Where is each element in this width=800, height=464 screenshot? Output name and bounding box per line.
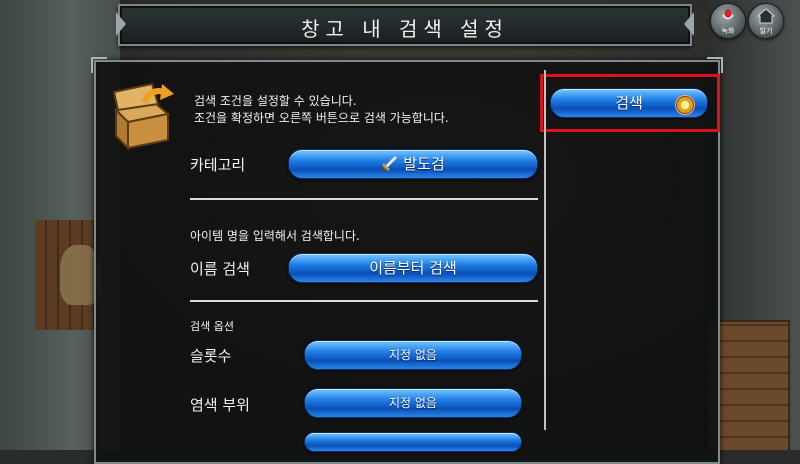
search-options-heading: 검색 옵션: [190, 320, 234, 333]
page-title: 창고 내 검색 설정: [301, 17, 509, 41]
next-option-button-partial[interactable]: [304, 432, 522, 452]
search-button[interactable]: 검색: [550, 88, 708, 118]
name-search-button-label: 이름부터 검색: [369, 259, 457, 277]
dye-part-label: 염색 부위: [190, 396, 250, 414]
dye-part-select-button[interactable]: 지정 없음: [304, 388, 522, 418]
record-button-label: 녹화: [721, 27, 735, 35]
sword-icon: [381, 155, 398, 172]
coin-icon: [675, 95, 695, 115]
slot-count-select-button[interactable]: 지정 없음: [304, 340, 522, 370]
name-search-button[interactable]: 이름부터 검색: [288, 253, 538, 283]
category-value: 발도검: [403, 155, 445, 173]
name-search-hint: 아이템 명을 입력해서 검색합니다.: [190, 229, 360, 243]
record-button[interactable]: 녹화: [710, 3, 746, 39]
panel-corner-ornament: [707, 57, 723, 73]
slot-count-value: 지정 없음: [389, 348, 437, 362]
search-button-label: 검색: [615, 94, 643, 112]
dye-part-value: 지정 없음: [389, 396, 437, 410]
panel-corner-ornament: [91, 57, 107, 73]
section-divider: [190, 198, 538, 200]
microphone-icon: [722, 9, 734, 20]
title-bar: 창고 내 검색 설정: [116, 4, 694, 46]
category-select-button[interactable]: 발도검: [288, 149, 538, 179]
slot-count-label: 슬롯수: [190, 347, 232, 365]
home-button[interactable]: 일기: [748, 3, 784, 39]
treasure-chest-icon: [112, 82, 174, 151]
name-search-label: 이름 검색: [190, 260, 250, 278]
description-line-1: 검색 조건을 설정할 수 있습니다.: [194, 94, 357, 108]
section-divider: [190, 300, 538, 302]
description-line-2: 조건을 확정하면 오른쪽 버튼으로 검색 가능합니다.: [194, 111, 449, 125]
category-label: 카테고리: [190, 156, 246, 174]
vertical-divider: [544, 70, 546, 430]
home-button-label: 일기: [759, 27, 773, 35]
house-icon: [757, 8, 775, 24]
